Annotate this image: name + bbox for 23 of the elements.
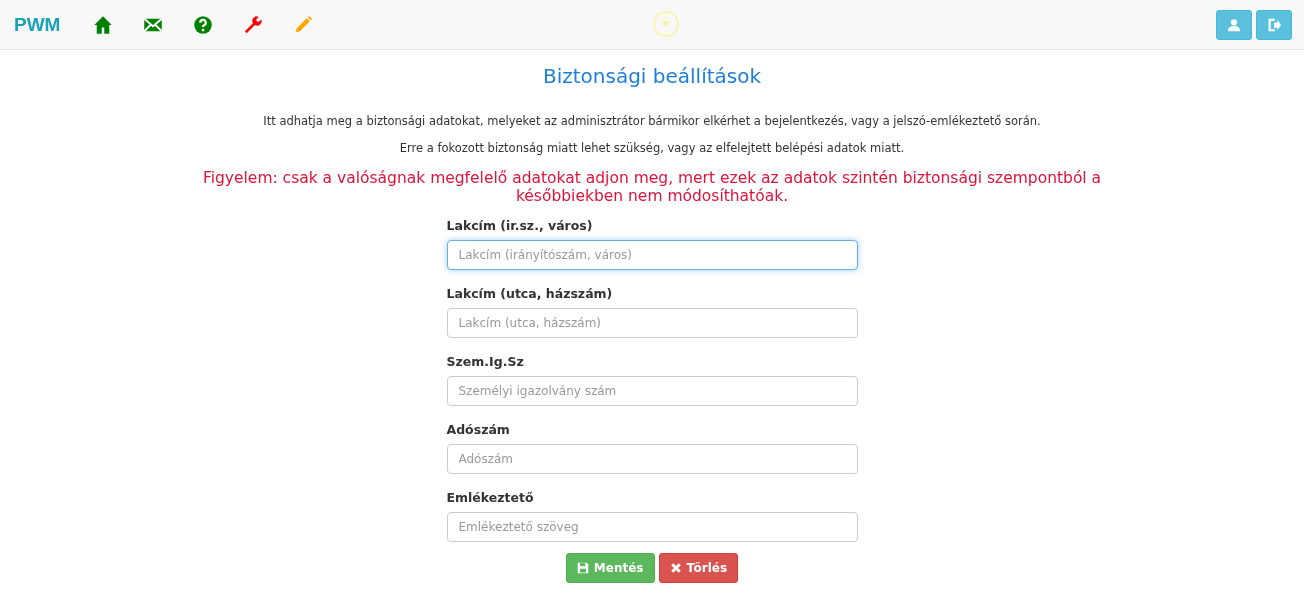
field-label: Adószám [446,421,511,437]
input-field[interactable]: Emlékeztető szöveg [446,511,858,542]
info-text: Erre a fokozott biztonság miatt lehet szükség, vagy az elfelejtett belépési adatok miatt. [399,141,905,155]
input-field[interactable]: Személyi igazolvány szám [446,375,858,406]
floppy-icon [576,561,589,574]
field-label: Szem.Ig.Sz [446,353,525,369]
input-field[interactable]: Lakcím (utca, házszám) [446,307,858,338]
warning-text: Figyelem: csak a valóságnak megfelelő adatokat adjon meg, mert ezek az adatok szintén biztonsági szempontból a későbbiekben nem módosíthatóak. [201,170,1103,206]
user-icon [1227,17,1241,32]
logout-icon [1267,17,1281,32]
info-text: Itt adhatja meg a biztonsági adatokat, melyeket az adminisztrátor bármikor elkérhet a bejelentkezés, vagy a jelszó-emlékeztető során. [263,114,1041,128]
field-label: Lakcím (utca, házszám) [446,285,614,301]
save-button[interactable]: Mentés [565,552,655,583]
field-label: Lakcím (ir.sz., város) [446,217,594,233]
input-field[interactable]: Lakcím (irányítószám, város) [446,239,858,270]
page-title: Biztonsági beállítások [542,64,762,88]
logout-button[interactable] [1256,9,1292,40]
brand-logo[interactable]: PWM [14,13,61,36]
close-icon [669,561,682,574]
user-button[interactable] [1216,9,1252,40]
input-field[interactable]: Adószám [446,443,858,474]
field-label: Emlékeztető [446,489,535,505]
delete-button[interactable]: Törlés [658,552,739,583]
